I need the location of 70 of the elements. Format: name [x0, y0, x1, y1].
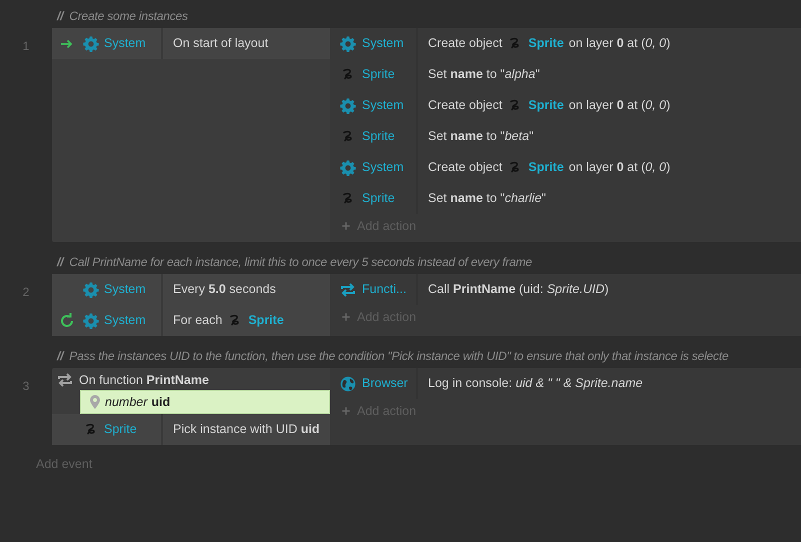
object-name[interactable]: Sprite [104, 420, 137, 439]
condition-row[interactable]: System On start of layout [52, 28, 330, 59]
parameter-name: uid [151, 394, 170, 411]
parameter-text: on layer 0 at (0, 0) [568, 159, 670, 176]
gear-icon [83, 312, 99, 328]
object-name[interactable]: Browser [362, 374, 408, 393]
parameter-text: Call PrintName (uid: Sprite.UID) [428, 281, 609, 298]
pin-icon [87, 394, 103, 410]
cycle-arrows-icon [57, 372, 73, 388]
parameter-text: Log in console: uid & " " & Sprite.name [428, 375, 643, 392]
comment-mark: // [57, 254, 64, 271]
parameter-text: Create object [428, 35, 502, 52]
parameter-type: number [105, 394, 148, 411]
object-name: Sprite [248, 312, 284, 329]
cycle-arrows-icon [340, 282, 356, 298]
action-row[interactable]: Sprite Set name to "alpha" [330, 59, 801, 90]
object-name[interactable]: System [362, 96, 404, 115]
parameter-text: on layer 0 at (0, 0) [568, 35, 670, 52]
event-number: 2 [22, 284, 30, 301]
gear-icon [340, 36, 356, 52]
object-name[interactable]: Functi... [362, 280, 406, 299]
parameter-text: Create object [428, 97, 502, 114]
comment-text: Pass the instances UID to the function, then use the condition "Pick instance with UID" to ensure that only that instance is selecte [69, 348, 728, 365]
action-row[interactable]: Sprite Set name to "beta" [330, 121, 801, 152]
comment-mark: // [57, 348, 64, 365]
gear-icon [83, 282, 99, 298]
object-name[interactable]: System [104, 34, 146, 53]
function-header[interactable]: On function PrintName [79, 370, 209, 390]
object-name: Sprite [528, 159, 564, 176]
gear-icon [340, 98, 356, 114]
object-name[interactable]: Sprite [362, 65, 395, 84]
gear-icon [340, 160, 356, 176]
parameter-text: On start of layout [173, 35, 268, 52]
parameter-text: Create object [428, 159, 502, 176]
plus-icon [340, 311, 352, 323]
parameter-text: Every 5.0 seconds [173, 281, 276, 298]
gear-icon [83, 36, 99, 52]
condition-row[interactable]: System For each Sprite [52, 305, 330, 336]
parameter-row[interactable]: number uid [80, 390, 330, 414]
condition-row[interactable]: Sprite Pick instance with UID uid [52, 414, 330, 445]
parameter-text: Set name to "charlie" [428, 190, 546, 208]
parameter-text: Pick instance with UID uid [173, 421, 320, 438]
object-name[interactable]: Sprite [362, 189, 395, 208]
action-row[interactable]: Functi... Call PrintName (uid: Sprite.UID) [330, 274, 801, 305]
action-row[interactable]: System Create object Sprite on layer 0 at (0, 0) [330, 90, 801, 121]
action-row[interactable]: Sprite Set name to "charlie" [330, 183, 801, 214]
plus-icon [340, 405, 352, 417]
parameter-text: Set name to "alpha" [428, 66, 540, 84]
comment-text: Create some instances [69, 8, 188, 25]
comment-text: Call PrintName for each instance, limit this to once every 5 seconds instead of every frame [69, 254, 532, 271]
object-name[interactable]: System [104, 280, 146, 299]
parameter-text: on layer 0 at (0, 0) [568, 97, 670, 114]
event-number: 3 [22, 378, 30, 395]
object-name[interactable]: System [104, 311, 146, 330]
condition-row[interactable]: System Every 5.0 seconds [52, 274, 330, 305]
globe-icon [340, 376, 356, 392]
plus-icon [340, 220, 352, 232]
object-name[interactable]: Sprite [362, 127, 395, 146]
object-name: Sprite [528, 35, 564, 52]
parameter-text: For each [173, 312, 222, 329]
object-name: Sprite [528, 97, 564, 114]
parameter-text: Set name to "beta" [428, 128, 534, 146]
comment-mark: // [57, 8, 64, 25]
object-name[interactable]: System [362, 34, 404, 53]
loop-arrow-icon [59, 312, 75, 328]
object-name[interactable]: System [362, 158, 404, 177]
action-row[interactable]: Browser Log in console: uid & " " & Sprite.name [330, 368, 801, 399]
action-row[interactable]: System Create object Sprite on layer 0 at (0, 0) [330, 28, 801, 59]
event-number: 1 [22, 38, 30, 55]
action-row[interactable]: System Create object Sprite on layer 0 at (0, 0) [330, 152, 801, 183]
